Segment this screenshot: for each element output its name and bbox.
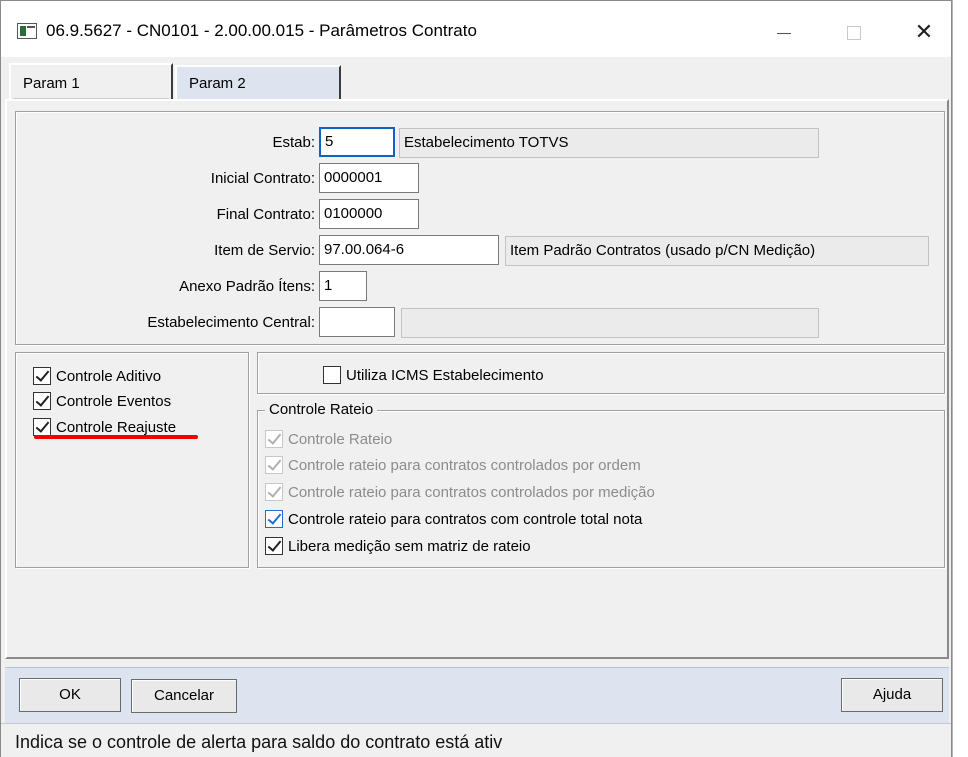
rateio-total-nota-checkbox[interactable]: Controle rateio para contratos com contr… [265, 510, 642, 528]
item-servico-description: Item Padrão Contratos (usado p/CN Mediçã… [505, 236, 929, 266]
estab-central-input[interactable] [319, 307, 395, 337]
checkbox-label: Controle rateio para contratos controlad… [288, 456, 641, 474]
checkbox-label: Controle Aditivo [56, 367, 162, 385]
rateio-ordem-checkbox[interactable]: Controle rateio para contratos controlad… [265, 456, 641, 474]
checkbox-label: Controle rateio para contratos controlad… [288, 483, 655, 501]
checkbox-label: Controle Reajuste [56, 418, 177, 436]
estab-input[interactable]: 5 [319, 127, 395, 157]
minimize-button[interactable] [761, 15, 807, 49]
checkbox-box[interactable] [265, 537, 283, 555]
estab-label: Estab: [272, 134, 315, 151]
tab-param-2[interactable]: Param 2 [175, 65, 341, 99]
inicial-contrato-label: Inicial Contrato: [210, 170, 315, 187]
checkbox-box[interactable] [265, 430, 283, 448]
controle-aditivo-checkbox[interactable]: Controle Aditivo [33, 367, 161, 385]
checkbox-box[interactable] [265, 456, 283, 474]
utiliza-icms-checkbox[interactable]: Utiliza ICMS Estabelecimento [323, 366, 544, 384]
anexo-padrao-label: Anexo Padrão Ítens: [179, 278, 315, 295]
rateio-legend: Controle Rateio [265, 401, 378, 418]
checkbox-box[interactable] [323, 366, 341, 384]
libera-medicao-checkbox[interactable]: Libera medição sem matriz de rateio [265, 537, 531, 555]
final-contrato-label: Final Contrato: [216, 206, 315, 223]
checkbox-box[interactable] [265, 510, 283, 528]
rateio-medicao-checkbox[interactable]: Controle rateio para contratos controlad… [265, 483, 655, 501]
minimize-icon [777, 32, 791, 34]
ok-button[interactable]: OK [19, 678, 121, 712]
tab-param-1[interactable]: Param 1 [9, 63, 173, 101]
checkbox-box[interactable] [265, 483, 283, 501]
checkbox-box[interactable] [33, 367, 51, 385]
controle-reajuste-checkbox[interactable]: Controle Reajuste [33, 418, 176, 436]
estab-description: Estabelecimento TOTVS [399, 128, 819, 158]
item-servico-input[interactable]: 97.00.064-6 [319, 235, 499, 265]
title-bar: 06.9.5627 - CN0101 - 2.00.00.015 - Parâm… [1, 1, 951, 57]
background-window-strip [952, 0, 968, 757]
close-icon: ✕ [914, 19, 934, 44]
tab-label: Param 2 [189, 75, 246, 92]
checkbox-label: Libera medição sem matriz de rateio [288, 537, 531, 555]
item-servico-label: Item de Servio: [214, 242, 315, 259]
help-button[interactable]: Ajuda [841, 678, 943, 712]
estab-central-label: Estabelecimento Central: [147, 314, 315, 331]
app-icon [17, 23, 37, 39]
final-contrato-input[interactable]: 0100000 [319, 199, 419, 229]
checkbox-label: Controle rateio para contratos com contr… [288, 510, 643, 528]
checkbox-box[interactable] [33, 418, 51, 436]
annotation-underline [34, 435, 198, 439]
checkbox-box[interactable] [33, 392, 51, 410]
status-bar: Indica se o controle de alerta para sald… [1, 723, 951, 757]
cancel-button[interactable]: Cancelar [131, 679, 237, 713]
maximize-icon [847, 26, 861, 41]
maximize-button[interactable] [831, 15, 877, 49]
estab-central-description [401, 308, 819, 338]
controle-rateio-checkbox[interactable]: Controle Rateio [265, 430, 392, 448]
checkbox-label: Controle Eventos [56, 392, 172, 410]
window-title: 06.9.5627 - CN0101 - 2.00.00.015 - Parâm… [46, 21, 477, 40]
anexo-padrao-input[interactable]: 1 [319, 271, 367, 301]
tab-bar: Param 1 Param 2 [5, 59, 949, 101]
controle-eventos-checkbox[interactable]: Controle Eventos [33, 392, 171, 410]
checkbox-label: Controle Rateio [288, 430, 393, 448]
close-button[interactable]: ✕ [901, 15, 947, 49]
inicial-contrato-input[interactable]: 0000001 [319, 163, 419, 193]
checkbox-label: Utiliza ICMS Estabelecimento [346, 366, 544, 384]
dialog-window: 06.9.5627 - CN0101 - 2.00.00.015 - Parâm… [0, 0, 952, 757]
tab-label: Param 1 [23, 75, 80, 92]
